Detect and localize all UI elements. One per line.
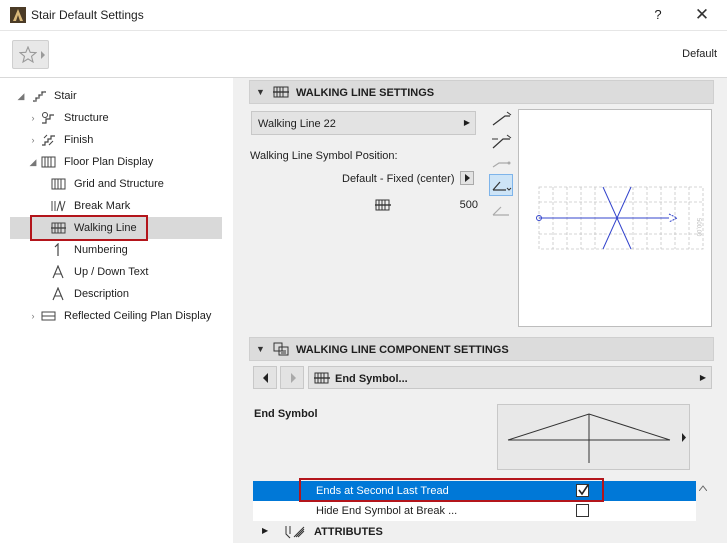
end-symbol-label: End Symbol [254, 408, 318, 420]
chevron-right-icon[interactable]: › [27, 129, 39, 151]
symbol-position-label: Walking Line Symbol Position: [250, 150, 398, 162]
panel-title: WALKING LINE SETTINGS [296, 87, 435, 99]
settings-tree: ◢ Stair › Structure › Finish ◢ Floor Pla… [10, 85, 222, 335]
attributes-section-row[interactable]: ▶ ATTRIBUTES [253, 521, 696, 543]
tree-item-label: Structure [64, 112, 109, 124]
component-settings-header[interactable]: ▼ WALKING LINE COMPONENT SETTINGS [249, 337, 714, 361]
stair-preview-drawing: 500,00 [536, 186, 704, 250]
tree-item-label: Break Mark [74, 200, 131, 212]
chevron-right-icon[interactable]: › [27, 305, 39, 327]
offset-value[interactable]: 500 [440, 199, 478, 211]
previous-component-button[interactable] [253, 366, 277, 389]
tree-item-break-mark[interactable]: Break Mark [10, 195, 222, 217]
highlight-box [299, 478, 604, 502]
chevron-right-icon[interactable]: › [27, 107, 39, 129]
tree-item-label: Description [74, 288, 130, 300]
collapse-triangle-icon[interactable]: ▼ [256, 87, 265, 97]
next-component-button[interactable] [280, 366, 304, 389]
offset-icon [375, 199, 391, 211]
preset-name: Default [682, 48, 717, 60]
text-a-icon [52, 287, 64, 301]
property-label: Hide End Symbol at Break ... [316, 505, 458, 517]
position-middle-icon[interactable] [489, 155, 513, 175]
tree-item-label: Grid and Structure [74, 178, 164, 190]
component-dropdown[interactable]: End Symbol... ▶ [308, 366, 712, 389]
tree-item-reflected-ceiling-plan-display[interactable]: › Reflected Ceiling Plan Display [10, 305, 222, 327]
tree-item-label: Up / Down Text [74, 266, 149, 278]
walking-line-preview: 500,00 [518, 109, 712, 327]
chevron-right-icon[interactable] [681, 433, 687, 442]
expand-triangle-icon[interactable]: ▶ [262, 526, 268, 535]
window-title: Stair Default Settings [31, 8, 144, 22]
symbol-position-value: Default - Fixed (center) [342, 173, 455, 185]
tree-item-numbering[interactable]: Numbering [10, 239, 222, 261]
finish-icon [42, 134, 55, 146]
close-button[interactable]: ✕ [690, 4, 714, 26]
text-a-icon [52, 265, 64, 279]
walking-line-settings-header[interactable]: ▼ WALKING LINE SETTINGS [249, 80, 714, 104]
chevron-down-icon[interactable]: ◢ [27, 151, 39, 173]
star-icon [19, 46, 37, 63]
position-start-icon[interactable] [489, 110, 513, 130]
tree-item-label: Floor Plan Display [64, 156, 154, 168]
end-symbol-drawing [507, 413, 671, 463]
position-both-icon[interactable] [489, 133, 513, 153]
stair-icon [33, 90, 46, 103]
walking-line-icon [314, 372, 330, 384]
structure-icon [42, 112, 54, 124]
highlight-box [30, 215, 148, 241]
component-settings-icon [273, 342, 289, 356]
scrollbar[interactable] [696, 481, 710, 543]
tree-item-label: Finish [64, 134, 94, 146]
tree-item-finish[interactable]: › Finish [10, 129, 222, 151]
tree-item-label: Stair [54, 90, 77, 102]
walking-line-type-dropdown[interactable]: Walking Line 22 ▶ [251, 111, 476, 135]
floor-plan-icon [41, 156, 56, 168]
walking-line-icon [273, 86, 289, 98]
favorites-button[interactable] [12, 40, 49, 69]
chevron-left-icon [263, 373, 268, 383]
tree-item-description[interactable]: Description [10, 283, 222, 305]
property-row-hide-end-symbol[interactable]: Hide End Symbol at Break ... [253, 501, 696, 521]
scroll-up-icon[interactable] [699, 485, 707, 491]
chevron-down-icon[interactable]: ◢ [15, 85, 27, 107]
chevron-right-icon [465, 174, 470, 182]
end-symbol-preview[interactable] [497, 404, 690, 470]
tree-item-grid-and-structure[interactable]: Grid and Structure [10, 173, 222, 195]
panel-title: WALKING LINE COMPONENT SETTINGS [296, 344, 509, 356]
symbol-position-button[interactable] [460, 171, 474, 185]
attributes-icon [285, 526, 305, 539]
chevron-right-icon: ▶ [463, 118, 470, 127]
help-button[interactable]: ? [647, 5, 669, 25]
tree-item-label: Numbering [74, 244, 128, 256]
attributes-label: ATTRIBUTES [314, 526, 383, 538]
archicad-icon [10, 7, 26, 23]
chevron-right-icon [41, 51, 45, 59]
collapse-triangle-icon[interactable]: ▼ [256, 344, 265, 354]
tree-item-label: Reflected Ceiling Plan Display [64, 310, 212, 322]
grid-icon [51, 178, 66, 190]
hide-end-symbol-checkbox[interactable] [576, 504, 589, 517]
tree-item-floor-plan-display[interactable]: ◢ Floor Plan Display [10, 151, 222, 173]
ceiling-plan-icon [41, 311, 56, 321]
chevron-right-icon [291, 373, 296, 383]
dropdown-value: Walking Line 22 [258, 118, 336, 130]
chevron-right-icon: ▶ [699, 373, 706, 382]
tree-item-structure[interactable]: › Structure [10, 107, 222, 129]
preview-dimension: 500,00 [695, 218, 701, 237]
numbering-icon [54, 243, 59, 256]
dropdown-value: End Symbol... [335, 373, 408, 385]
tree-item-up-down-text[interactable]: Up / Down Text [10, 261, 222, 283]
break-mark-icon [51, 200, 66, 212]
tree-item-stair[interactable]: ◢ Stair [10, 85, 222, 107]
position-fixed-button[interactable] [489, 174, 513, 196]
position-end-icon[interactable] [489, 200, 513, 220]
position-fixed-icon [492, 181, 512, 191]
